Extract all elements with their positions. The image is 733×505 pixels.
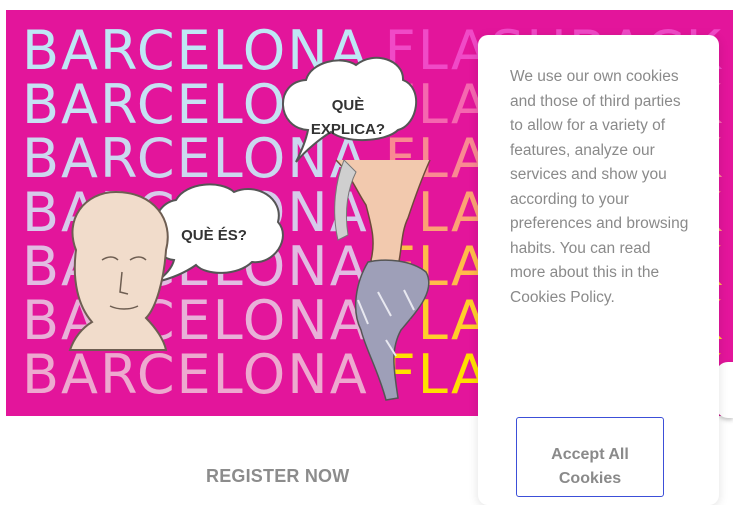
accept-all-cookies-button[interactable]: Accept All Cookies — [516, 417, 664, 497]
bubble-top-line2: EXPLICA? — [311, 121, 385, 138]
bubble-left-text: QUÈ ÉS? — [181, 227, 247, 244]
speech-bubble-left: QUÈ ÉS? — [152, 183, 284, 283]
roman-bust-figure — [68, 190, 169, 351]
dancer-figure — [334, 159, 431, 401]
speech-bubble-top: QUÈ EXPLICA? — [282, 56, 418, 163]
register-now-link[interactable]: REGISTER NOW — [206, 466, 356, 487]
cookie-consent-panel: We use our own cookies and those of thir… — [478, 35, 719, 505]
cookie-consent-text: We use our own cookies and those of thir… — [510, 68, 689, 306]
bubble-top-line1: QUÈ — [332, 97, 365, 114]
